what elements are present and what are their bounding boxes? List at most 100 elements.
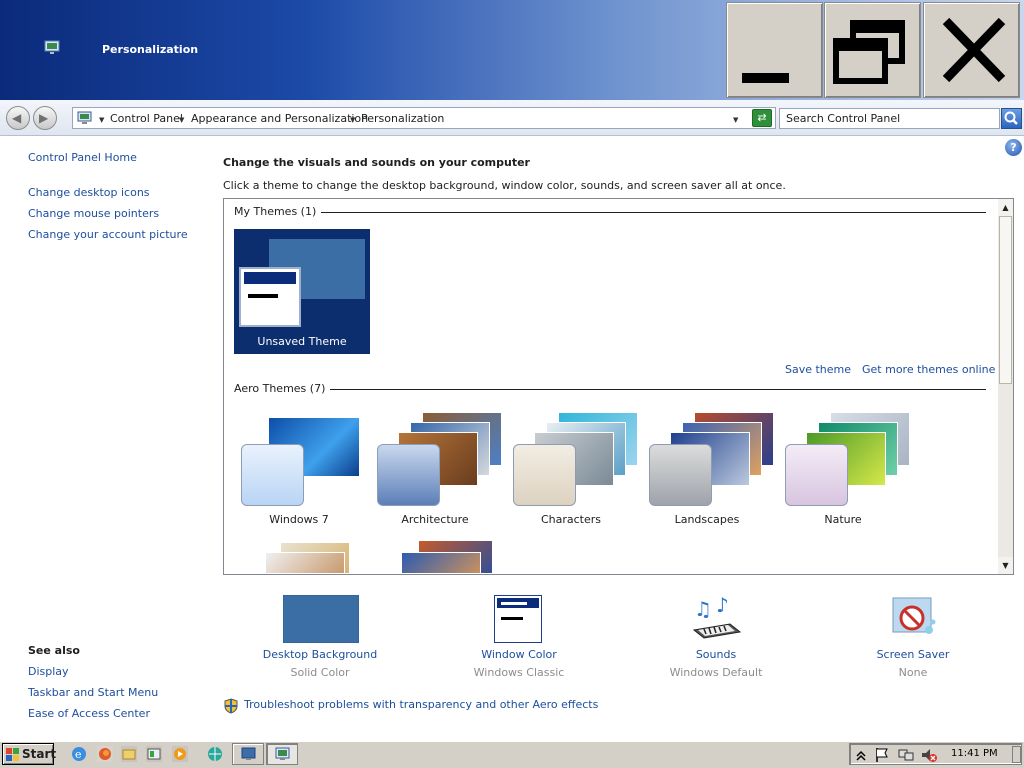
nature-glass-swatch (785, 444, 848, 506)
forward-arrow-icon: ▶ (39, 111, 49, 125)
close-icon (942, 17, 1006, 83)
shield-icon (224, 698, 238, 714)
close-button[interactable] (923, 2, 1020, 98)
theme-preview-title-stripe (250, 315, 280, 318)
change-desktop-icons-link[interactable]: Change desktop icons (28, 186, 150, 199)
window-color-tile[interactable]: Window Color Windows Classic (449, 592, 589, 682)
sounds-label: Sounds (695, 648, 737, 661)
control-panel-home-link[interactable]: Control Panel Home (28, 151, 137, 164)
search-button[interactable] (1001, 108, 1022, 129)
theme-preview-window (239, 267, 301, 327)
theme-windows-7-label: Windows 7 (269, 513, 329, 526)
restore-button[interactable] (824, 2, 921, 98)
personalization-monitor-icon (44, 40, 60, 54)
my-themes-heading: My Themes (1) (234, 205, 322, 218)
desktop-background-icon (283, 595, 359, 643)
desktop-background-tile[interactable]: Desktop Background Solid Color (250, 592, 390, 682)
minimize-button[interactable] (726, 2, 823, 98)
unsaved-theme-tile[interactable]: Unsaved Theme (234, 229, 370, 354)
clock[interactable]: 11:41 PM (951, 748, 998, 759)
breadcrumb-personalization[interactable]: Personalization (361, 112, 444, 125)
scroll-down-button[interactable]: ▼ (998, 557, 1013, 574)
theme-landscapes[interactable]: Landscapes (644, 410, 774, 532)
taskbar-window-personalization[interactable] (266, 743, 298, 765)
window-color-label: Window Color (481, 648, 557, 661)
action-center-flag-icon[interactable] (873, 746, 891, 764)
back-arrow-icon: ◀ (12, 111, 22, 125)
theme-row2-item-2[interactable] (396, 540, 496, 573)
media-player-icon[interactable] (171, 745, 189, 763)
theme-architecture[interactable]: Architecture (372, 410, 502, 532)
svg-text:♪: ♪ (716, 594, 729, 617)
screen-saver-label: Screen Saver (876, 648, 950, 661)
theme-preview-titlebar (244, 272, 296, 284)
folder-icon[interactable] (120, 745, 138, 763)
taskbar-window-explorer[interactable] (232, 743, 264, 765)
minimize-icon (742, 73, 789, 83)
theme-characters-label: Characters (540, 513, 602, 526)
change-account-picture-link[interactable]: Change your account picture (28, 228, 188, 241)
network-globe-icon[interactable] (206, 745, 224, 763)
ease-of-access-link[interactable]: Ease of Access Center (28, 707, 150, 720)
breadcrumb-arrow-root[interactable]: ▼ (99, 112, 104, 125)
help-icon[interactable]: ? (1005, 139, 1022, 156)
breadcrumb-control-panel[interactable]: Control Panel (110, 112, 183, 125)
breadcrumb[interactable]: ▼ Control Panel ▼ Appearance and Persona… (72, 107, 776, 129)
page-title: Change the visuals and sounds on your co… (223, 156, 530, 169)
aero-themes-divider (326, 389, 986, 390)
screen-saver-tile[interactable]: Screen Saver None (843, 592, 983, 682)
theme-architecture-label: Architecture (401, 513, 469, 526)
change-mouse-pointers-link[interactable]: Change mouse pointers (28, 207, 159, 220)
theme-row2-item-1-preview-front (265, 552, 345, 573)
search-icon (1004, 111, 1018, 125)
screen-saver-value: None (898, 666, 928, 679)
explorer-icon[interactable] (145, 745, 163, 763)
volume-muted-icon[interactable] (920, 746, 938, 764)
svg-text:♫: ♫ (694, 597, 712, 621)
save-theme-link[interactable]: Save theme (785, 363, 851, 376)
theme-characters[interactable]: Characters (508, 410, 638, 532)
theme-nature-label: Nature (824, 513, 862, 526)
theme-list-scrollbar[interactable]: ▲ ▼ (998, 199, 1013, 574)
breadcrumb-arrow-2[interactable]: ▼ (350, 112, 355, 125)
show-desktop-button[interactable] (1012, 746, 1021, 763)
scroll-up-icon: ▲ (1002, 203, 1009, 212)
unsaved-theme-label: Unsaved Theme (257, 335, 347, 348)
refresh-button[interactable]: ⇄ (752, 109, 772, 127)
theme-row2-item-1[interactable] (260, 540, 350, 573)
theme-windows-7[interactable]: Windows 7 (236, 410, 362, 532)
landscapes-glass-swatch (649, 444, 712, 506)
theme-nature[interactable]: Nature (780, 410, 910, 532)
architecture-glass-swatch (377, 444, 440, 506)
get-more-themes-link[interactable]: Get more themes online (862, 363, 995, 376)
search-input[interactable]: Search Control Panel (779, 108, 1000, 129)
start-button[interactable]: Start (2, 743, 57, 765)
window-title: Personalization (102, 43, 199, 56)
start-label: Start (22, 747, 57, 761)
windows-7-glass-swatch (241, 444, 304, 506)
theme-row2-item-2-preview-front (401, 552, 481, 573)
screen-saver-icon (892, 597, 936, 634)
sounds-tile[interactable]: ♫ ♪ Sounds Windows Default (646, 592, 786, 682)
forward-button[interactable]: ▶ (33, 106, 57, 130)
back-button[interactable]: ◀ (6, 106, 30, 130)
network-icon[interactable] (897, 746, 915, 764)
scroll-up-button[interactable]: ▲ (998, 199, 1013, 216)
characters-glass-swatch (513, 444, 576, 506)
window-color-icon (494, 595, 542, 643)
desktop-background-value: Solid Color (290, 666, 350, 679)
refresh-icon: ⇄ (757, 111, 767, 124)
troubleshoot-link[interactable]: Troubleshoot problems with transparency … (244, 698, 598, 711)
breadcrumb-appearance[interactable]: Appearance and Personalization (191, 112, 368, 125)
internet-explorer-icon[interactable]: e (70, 745, 88, 763)
taskbar-start-menu-link[interactable]: Taskbar and Start Menu (28, 686, 158, 699)
breadcrumb-arrow-1[interactable]: ▼ (179, 112, 184, 125)
show-hidden-icons-icon[interactable] (852, 746, 870, 764)
firefox-icon[interactable] (96, 745, 114, 763)
sounds-icon: ♫ ♪ (692, 594, 742, 639)
control-panel-icon (77, 111, 92, 124)
display-link[interactable]: Display (28, 665, 69, 678)
address-dropdown-icon[interactable]: ▼ (733, 112, 738, 125)
scrollbar-thumb[interactable] (999, 216, 1012, 384)
my-themes-divider (312, 212, 986, 213)
